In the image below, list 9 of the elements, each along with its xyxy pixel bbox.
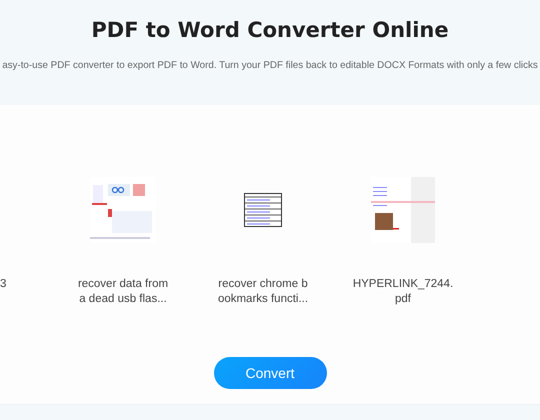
file-name: HYPERLINK_7244. pdf [352, 277, 454, 307]
table-thumbnail-drawing [244, 193, 282, 227]
file-name: recover data from a dead usb flas... [78, 277, 168, 307]
file-name: recover chrome b ookmarks functi... [218, 277, 308, 307]
convert-button[interactable]: Convert [214, 357, 326, 389]
page-thumbnail-drawing [371, 177, 435, 243]
page-title: PDF to Word Converter Online [91, 18, 449, 42]
page-subtitle: asy-to-use PDF converter to export PDF to Word. Turn your PDF files back to editable DOCX Formats with only a few clicks [2, 60, 538, 71]
file-name: 3 [0, 277, 6, 292]
